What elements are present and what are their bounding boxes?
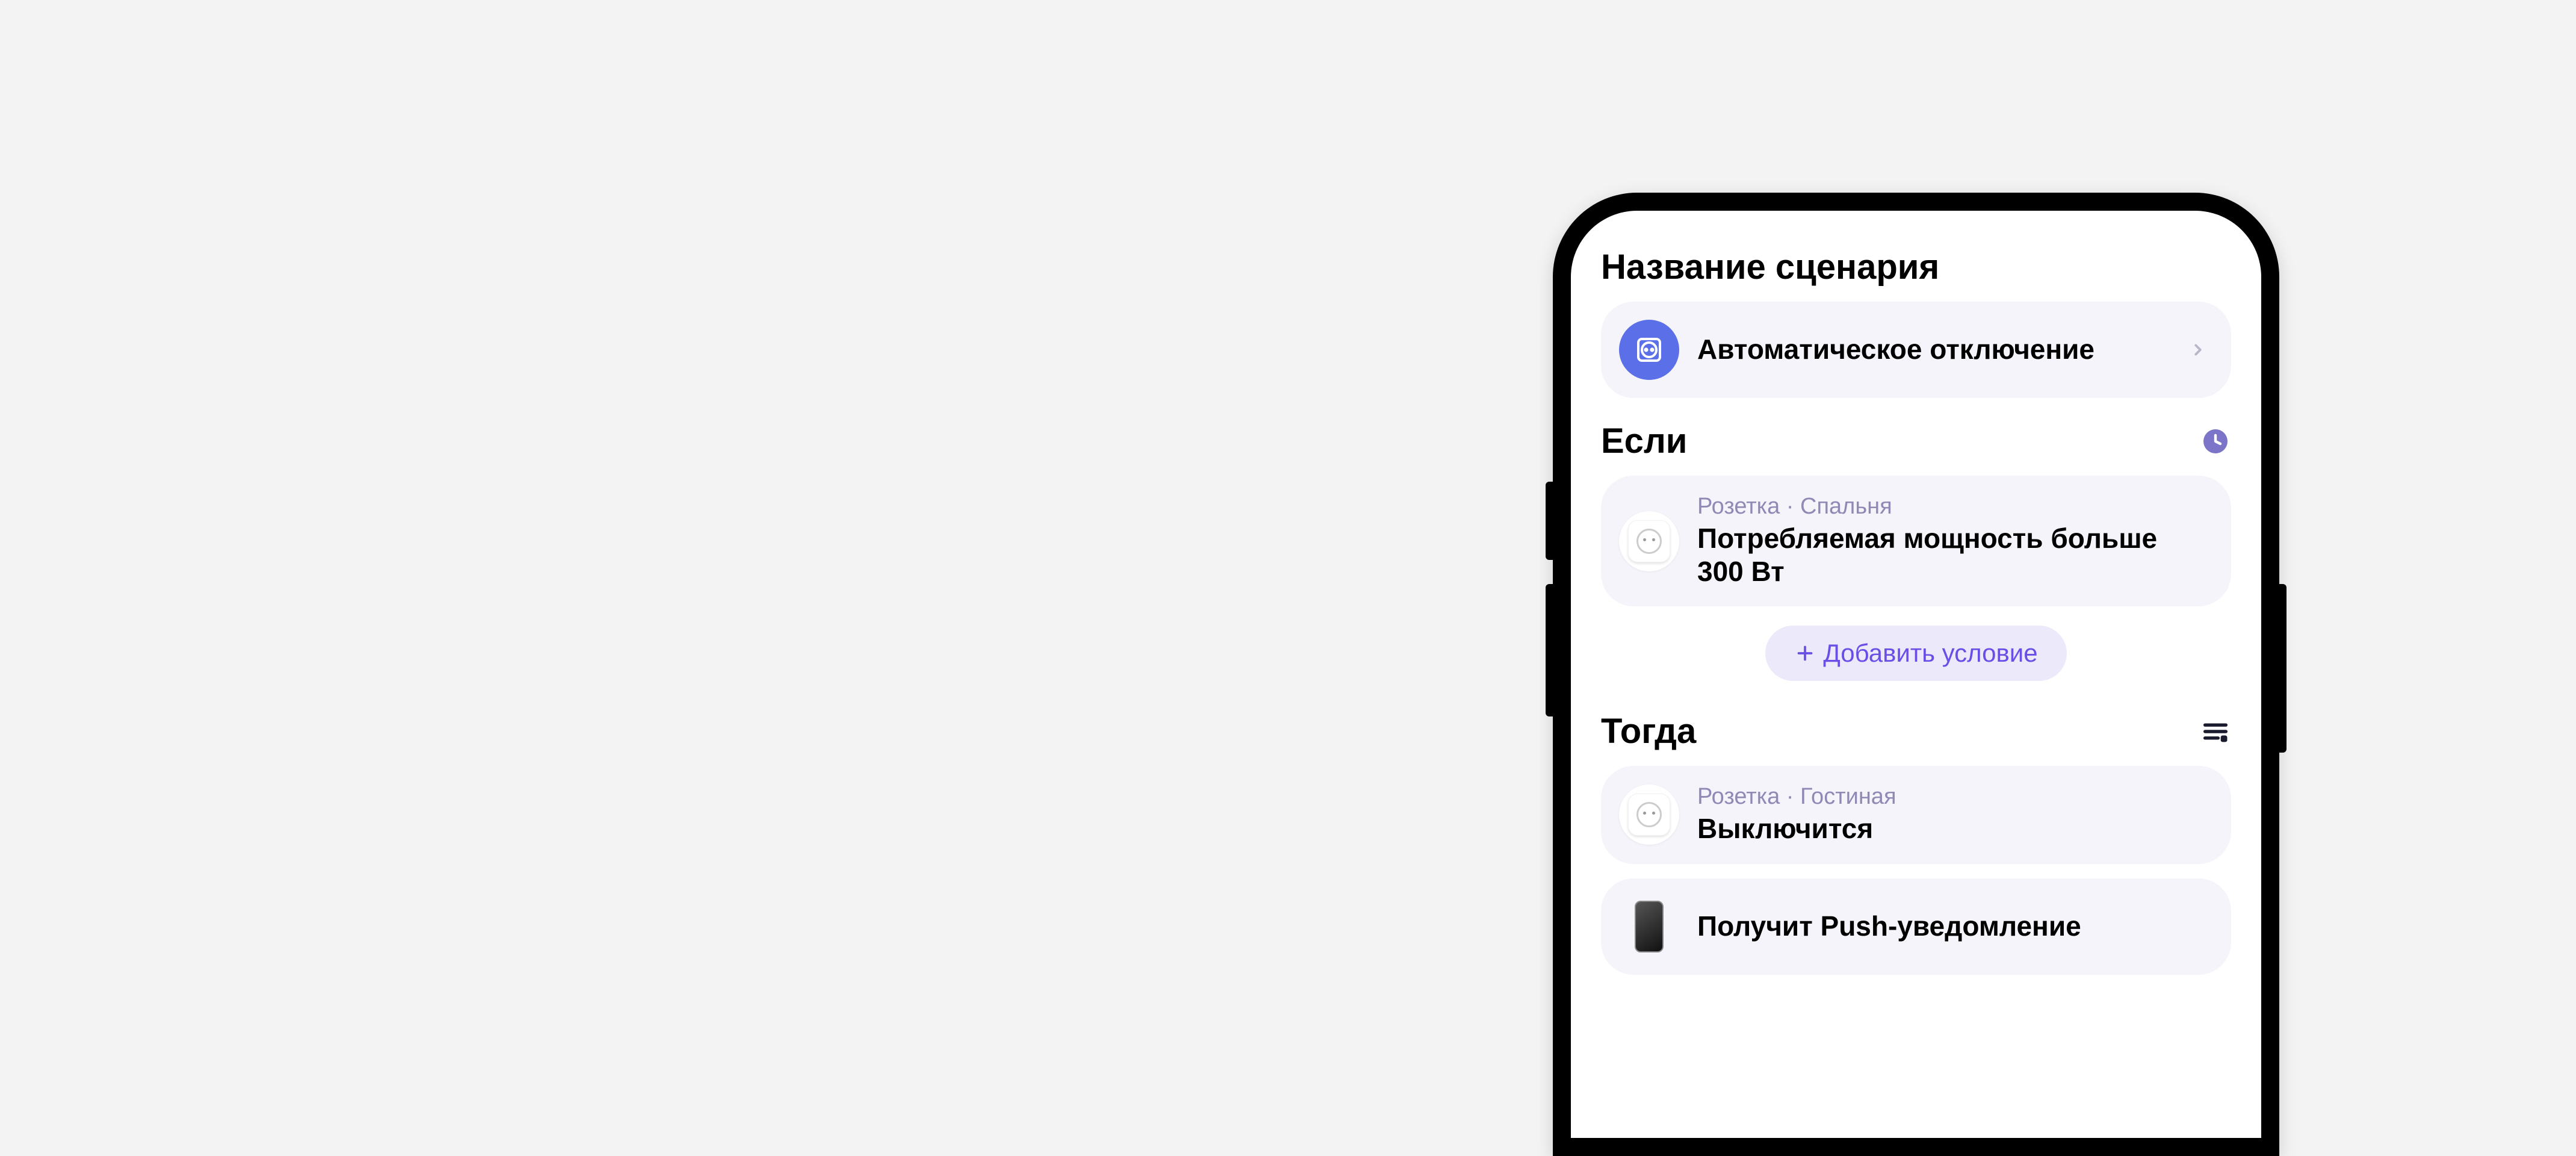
action-text: Получит Push-уведомление: [1697, 910, 2207, 943]
chevron-right-icon: [2189, 337, 2207, 363]
then-heading: Тогда: [1601, 711, 1696, 751]
plus-icon: [1794, 642, 1816, 664]
action-card[interactable]: Получит Push-уведомление: [1601, 878, 2231, 975]
socket-device-icon: [1619, 785, 1679, 845]
socket-icon: [1619, 320, 1679, 380]
action-meta: Розетка · Гостиная: [1697, 784, 2207, 810]
if-heading: Если: [1601, 421, 1687, 461]
app-screen: Название сценария Автоматическое отключе…: [1571, 211, 2261, 1138]
scenario-name-value: Автоматическое отключение: [1697, 333, 2171, 366]
phone-side-button: [1546, 482, 1553, 560]
scenario-name-heading: Название сценария: [1601, 247, 2231, 287]
phone-device-icon: [1619, 897, 1679, 957]
phone-side-button: [2279, 584, 2287, 753]
phone-frame: Название сценария Автоматическое отключе…: [1553, 193, 2279, 1156]
socket-device-icon: [1619, 511, 1679, 571]
condition-text: Потребляемая мощность больше 300 Вт: [1697, 522, 2207, 588]
scenario-name-card[interactable]: Автоматическое отключение: [1601, 302, 2231, 398]
add-condition-label: Добавить условие: [1823, 639, 2037, 668]
list-icon[interactable]: [2200, 716, 2231, 747]
phone-side-button: [1546, 584, 1553, 716]
condition-meta: Розетка · Спальня: [1697, 494, 2207, 520]
action-text: Выключится: [1697, 812, 2207, 845]
add-condition-button[interactable]: Добавить условие: [1765, 626, 2066, 681]
condition-card[interactable]: Розетка · Спальня Потребляемая мощность …: [1601, 476, 2231, 606]
action-card[interactable]: Розетка · Гостиная Выключится: [1601, 766, 2231, 863]
clock-icon[interactable]: [2200, 426, 2231, 457]
